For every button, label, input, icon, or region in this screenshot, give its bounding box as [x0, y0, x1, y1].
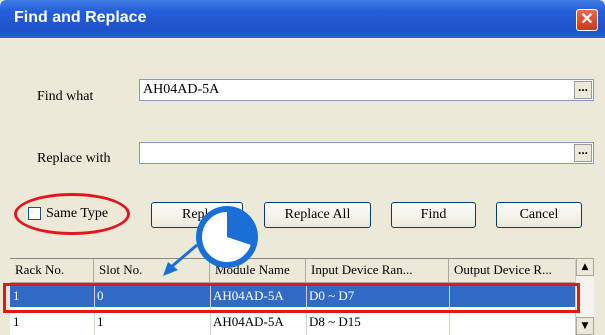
annotation-overlay [163, 206, 258, 276]
pie-cursor-icon [196, 206, 258, 268]
find-replace-dialog: Find and Replace ✕ Find what AH04AD-5A .… [0, 0, 605, 335]
arrow-icon [163, 243, 198, 276]
